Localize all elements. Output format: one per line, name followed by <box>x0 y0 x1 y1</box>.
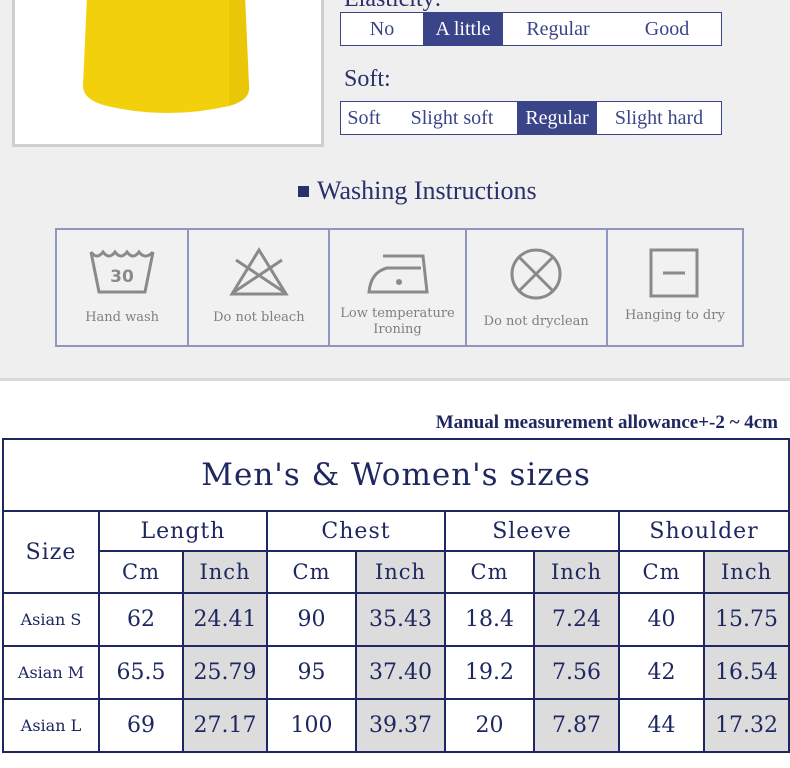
washing-title-text: Washing Instructions <box>317 176 537 205</box>
wash-item-no-bleach: Do not bleach <box>189 230 331 345</box>
cm-value-cell: 69 <box>98 698 184 753</box>
low-iron-icon <box>366 254 429 294</box>
unit-header-cm: Cm <box>266 550 357 594</box>
unit-header-inch: Inch <box>182 550 268 594</box>
unit-header-cm: Cm <box>618 550 705 594</box>
washing-instructions-row: 30 Hand wash Do not bleach Low temperatu… <box>55 228 744 347</box>
wash-item-hand-wash: 30 Hand wash <box>57 230 190 345</box>
yellow-shirt-image <box>83 0 250 113</box>
inch-value-cell: 25.79 <box>182 645 268 700</box>
wash-caption-low-iron-line-2: Ironing <box>373 322 422 337</box>
table-row: Asian S 62 24.41 90 35.43 18.4 7.24 40 15.75 <box>2 592 790 647</box>
wash-caption-no-dryclean: Do not dryclean <box>483 314 589 329</box>
inch-value-cell: 16.54 <box>702 645 790 700</box>
wash-caption-no-bleach: Do not bleach <box>213 310 305 325</box>
cm-value-cell: 100 <box>266 698 357 753</box>
table-row: Asian M 65.5 25.79 95 37.40 19.2 7.56 42 16.54 <box>2 645 790 700</box>
inch-value-cell: 15.75 <box>702 592 790 647</box>
cm-value-cell: 90 <box>266 592 357 647</box>
unit-header-cm: Cm <box>98 550 184 594</box>
soft-option-slight-soft[interactable]: Slight soft <box>387 102 517 134</box>
inch-value-cell: 27.17 <box>182 698 268 753</box>
table-row: Asian L 69 27.17 100 39.37 20 7.87 44 17.32 <box>2 698 790 753</box>
group-header-length: Length <box>98 510 268 552</box>
group-header-chest: Chest <box>266 510 446 552</box>
inch-value-cell: 37.40 <box>355 645 446 700</box>
group-header-shoulder: Shoulder <box>617 510 790 552</box>
no-bleach-icon <box>229 247 289 296</box>
inch-value-cell: 7.87 <box>533 698 620 753</box>
no-dryclean-icon <box>510 248 562 300</box>
inch-value-cell: 7.56 <box>533 645 620 700</box>
size-chart-table: Men's & Women's sizes Size Length Chest … <box>1 438 790 753</box>
elasticity-option-good[interactable]: Good <box>613 13 721 45</box>
inch-value-cell: 7.24 <box>533 592 620 647</box>
soft-option-slight-hard[interactable]: Slight hard <box>597 102 721 134</box>
group-header-sleeve: Sleeve <box>444 510 620 552</box>
wash-temperature-badge: 30 <box>110 267 134 287</box>
wash-caption-low-iron: Low temperature Ironing <box>330 306 464 338</box>
unit-header-inch: Inch <box>702 550 790 594</box>
wash-item-low-iron: Low temperature Ironing <box>330 230 467 345</box>
wash-caption-hang-dry: Hanging to dry <box>624 308 725 323</box>
elasticity-option-no[interactable]: No <box>341 13 423 45</box>
size-name-cell: Asian L <box>2 698 100 753</box>
cm-value-cell: 44 <box>618 698 705 753</box>
cm-value-cell: 20 <box>444 698 535 753</box>
soft-option-regular[interactable]: Regular <box>517 102 597 134</box>
measurement-allowance-note: Manual measurement allowance+-2 ~ 4cm <box>435 412 778 433</box>
washing-instructions-title: Washing Instructions <box>298 176 537 206</box>
soft-options: Soft Slight soft Regular Slight hard <box>340 101 722 135</box>
hang-dry-icon <box>649 248 699 298</box>
size-column-header: Size <box>2 510 100 594</box>
product-attributes-panel: Elasticity: No A little Regular Good Sof… <box>0 0 790 381</box>
wash-item-no-dryclean: Do not dryclean <box>467 230 608 345</box>
unit-header-inch: Inch <box>533 550 620 594</box>
cm-value-cell: 65.5 <box>98 645 184 700</box>
unit-header-inch: Inch <box>355 550 446 594</box>
size-name-cell: Asian S <box>2 592 100 647</box>
cm-value-cell: 95 <box>266 645 357 700</box>
cm-value-cell: 19.2 <box>444 645 535 700</box>
soft-label: Soft: <box>344 66 391 92</box>
inch-value-cell: 17.32 <box>702 698 790 753</box>
inch-value-cell: 39.37 <box>355 698 446 753</box>
cm-value-cell: 40 <box>618 592 705 647</box>
wash-caption-low-iron-line-1: Low temperature <box>340 306 455 321</box>
size-name-cell: Asian M <box>2 645 100 700</box>
elasticity-option-a-little[interactable]: A little <box>423 13 503 45</box>
hand-wash-icon: 30 <box>89 249 155 294</box>
size-rows: Asian S 62 24.41 90 35.43 18.4 7.24 40 15.75 Asia… <box>2 592 790 753</box>
cm-value-cell: 42 <box>618 645 705 700</box>
soft-option-soft[interactable]: Soft <box>341 102 387 134</box>
product-image-frame <box>12 0 324 147</box>
cm-value-cell: 18.4 <box>444 592 535 647</box>
inch-value-cell: 24.41 <box>182 592 268 647</box>
elasticity-options: No A little Regular Good <box>340 12 722 46</box>
wash-item-hang-dry: Hanging to dry <box>608 230 742 345</box>
unit-header-cm: Cm <box>444 550 535 594</box>
wash-caption-hand-wash: Hand wash <box>85 310 160 325</box>
inch-value-cell: 35.43 <box>355 592 446 647</box>
square-bullet-icon <box>298 185 309 197</box>
cm-value-cell: 62 <box>98 592 184 647</box>
elasticity-option-regular[interactable]: Regular <box>503 13 613 45</box>
size-chart-title: Men's & Women's sizes <box>1 438 790 512</box>
